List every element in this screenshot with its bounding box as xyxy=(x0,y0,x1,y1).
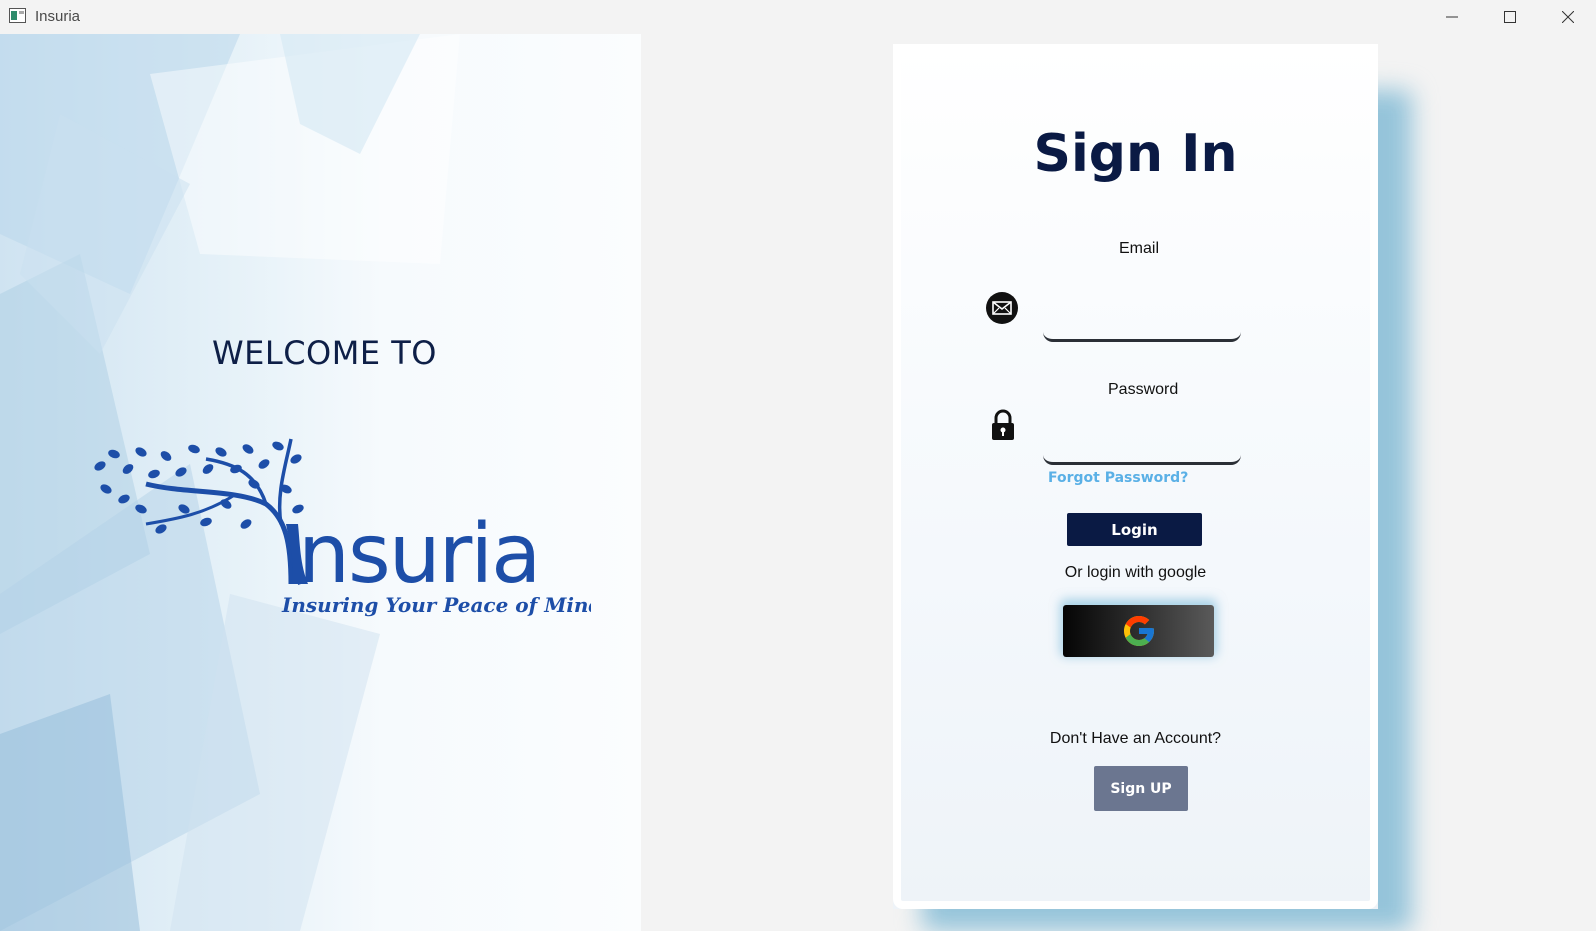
close-button[interactable] xyxy=(1539,0,1596,34)
welcome-panel: WELCOME TO nsuria Insuring Your Peace of… xyxy=(0,34,641,931)
forgot-password-link[interactable]: Forgot Password? xyxy=(1048,470,1188,486)
email-field[interactable] xyxy=(1043,312,1241,342)
signin-title: Sign In xyxy=(1033,124,1238,184)
login-button[interactable]: Login xyxy=(1067,513,1202,546)
password-field[interactable] xyxy=(1043,435,1241,465)
minimize-icon xyxy=(1446,16,1458,18)
insuria-logo: nsuria Insuring Your Peace of Mind xyxy=(94,438,591,617)
signin-card: Sign In Email Password Forgot Password? … xyxy=(893,44,1378,909)
lock-icon xyxy=(992,409,1014,440)
close-icon xyxy=(1562,11,1574,23)
or-google-text: Or login with google xyxy=(1064,564,1207,581)
mail-icon xyxy=(986,292,1018,324)
window-titlebar: Insuria xyxy=(0,0,1596,34)
svg-text:nsuria: nsuria xyxy=(298,507,539,602)
google-login-button[interactable] xyxy=(1063,605,1214,657)
welcome-heading: WELCOME TO xyxy=(212,334,437,372)
svg-text:Insuring Your Peace of Mind: Insuring Your Peace of Mind xyxy=(281,593,591,617)
no-account-text: Don't Have an Account? xyxy=(1049,730,1222,747)
app-icon xyxy=(9,8,26,23)
maximize-button[interactable] xyxy=(1481,0,1539,34)
email-label: Email xyxy=(1119,240,1160,257)
window-title: Insuria xyxy=(35,8,81,25)
maximize-icon xyxy=(1504,11,1516,23)
password-label: Password xyxy=(1108,381,1179,398)
google-icon xyxy=(1123,616,1154,646)
minimize-button[interactable] xyxy=(1423,0,1481,34)
signup-button[interactable]: Sign UP xyxy=(1094,766,1188,811)
